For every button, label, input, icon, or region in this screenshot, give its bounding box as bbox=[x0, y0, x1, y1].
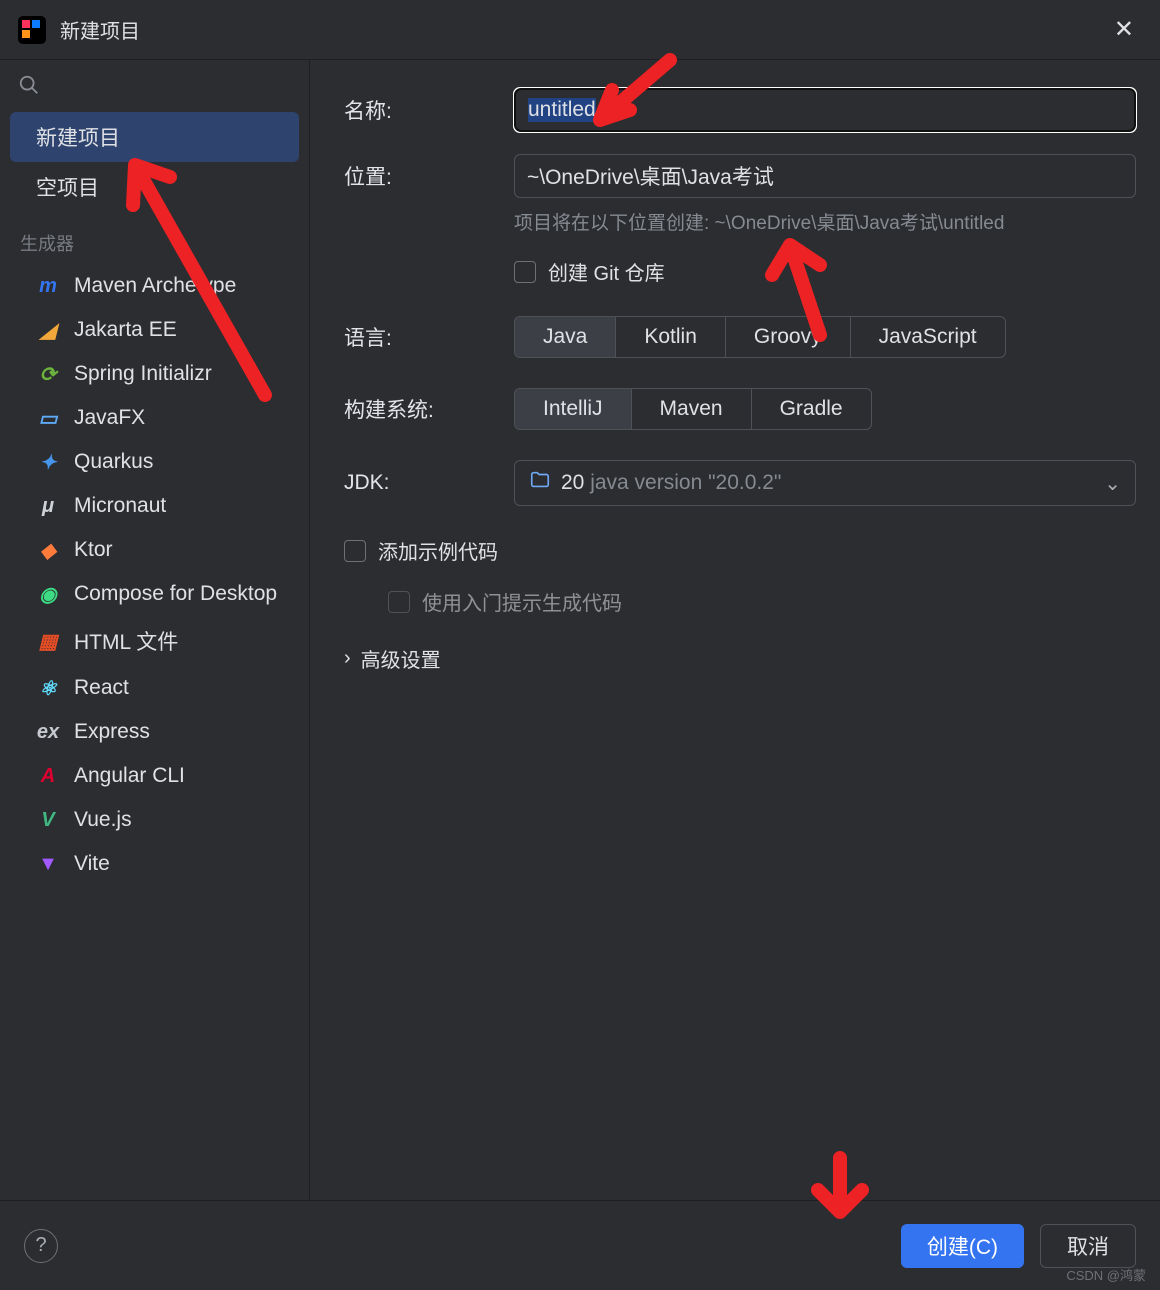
generator-item-6[interactable]: ◆ Ktor bbox=[0, 528, 309, 572]
window-title: 新建项目 bbox=[60, 15, 140, 44]
generator-label: Quarkus bbox=[74, 450, 153, 474]
generator-label: Micronaut bbox=[74, 494, 166, 518]
sidebar-item-0[interactable]: 新建项目 bbox=[10, 112, 299, 162]
generator-label: Ktor bbox=[74, 538, 113, 562]
generator-label: Vite bbox=[74, 852, 110, 876]
app-logo-icon bbox=[18, 16, 46, 44]
close-icon[interactable]: ✕ bbox=[1106, 11, 1142, 48]
name-input[interactable] bbox=[514, 88, 1136, 132]
location-input[interactable] bbox=[514, 154, 1136, 198]
generator-icon: μ bbox=[36, 494, 60, 518]
generator-item-11[interactable]: A Angular CLI bbox=[0, 754, 309, 798]
advanced-label: 高级设置 bbox=[361, 644, 441, 673]
folder-icon bbox=[529, 469, 551, 497]
generator-icon: ◢ bbox=[36, 318, 60, 342]
generator-icon: ⟳ bbox=[36, 362, 60, 386]
generator-icon: V bbox=[36, 808, 60, 832]
generator-icon: m bbox=[36, 274, 60, 298]
sidebar: 新建项目空项目 生成器 m Maven Archetype ◢ Jakarta EE ⟳… bbox=[0, 60, 310, 1200]
seg-option[interactable]: Maven bbox=[632, 389, 752, 429]
generator-item-8[interactable]: ▦ HTML 文件 bbox=[0, 616, 309, 666]
language-label: 语言: bbox=[344, 322, 514, 352]
build-label: 构建系统: bbox=[344, 394, 514, 424]
generator-item-1[interactable]: ◢ Jakarta EE bbox=[0, 308, 309, 352]
generator-item-2[interactable]: ⟳ Spring Initializr bbox=[0, 352, 309, 396]
seg-option[interactable]: Gradle bbox=[752, 389, 871, 429]
cancel-button[interactable]: 取消 bbox=[1040, 1224, 1136, 1268]
form-content: 名称: 位置: 项目将在以下位置创建: ~\OneDrive\桌面\Java考试… bbox=[310, 60, 1160, 1200]
language-segmented: JavaKotlinGroovyJavaScript bbox=[514, 316, 1006, 358]
generator-icon: ◆ bbox=[36, 538, 60, 562]
generator-icon: ▼ bbox=[36, 852, 60, 876]
git-checkbox-label: 创建 Git 仓库 bbox=[548, 257, 665, 286]
generator-icon: ▭ bbox=[36, 406, 60, 430]
footer: ? 创建(C) 取消 bbox=[0, 1200, 1160, 1290]
create-button[interactable]: 创建(C) bbox=[901, 1224, 1024, 1268]
generator-item-3[interactable]: ▭ JavaFX bbox=[0, 396, 309, 440]
git-checkbox[interactable] bbox=[514, 261, 536, 283]
build-segmented: IntelliJMavenGradle bbox=[514, 388, 872, 430]
sample-code-label: 添加示例代码 bbox=[378, 536, 498, 565]
generator-item-13[interactable]: ▼ Vite bbox=[0, 842, 309, 886]
generator-label: Spring Initializr bbox=[74, 362, 212, 386]
seg-option[interactable]: IntelliJ bbox=[515, 389, 632, 429]
watermark: CSDN @鸿蒙 bbox=[1066, 1265, 1146, 1284]
help-icon[interactable]: ? bbox=[24, 1229, 58, 1263]
jdk-value: 20 java version "20.0.2" bbox=[561, 471, 781, 495]
jdk-label: JDK: bbox=[344, 471, 514, 495]
generator-item-7[interactable]: ◉ Compose for Desktop bbox=[0, 572, 309, 616]
generator-label: Angular CLI bbox=[74, 764, 185, 788]
jdk-dropdown[interactable]: 20 java version "20.0.2" ⌄ bbox=[514, 460, 1136, 506]
search-icon[interactable] bbox=[18, 79, 40, 101]
generator-label: JavaFX bbox=[74, 406, 145, 430]
sidebar-item-1[interactable]: 空项目 bbox=[0, 162, 309, 212]
seg-option[interactable]: JavaScript bbox=[851, 317, 1005, 357]
location-label: 位置: bbox=[344, 161, 514, 191]
generator-icon: ▦ bbox=[36, 629, 60, 653]
generator-label: Maven Archetype bbox=[74, 274, 236, 298]
generator-item-12[interactable]: V Vue.js bbox=[0, 798, 309, 842]
generator-label: Compose for Desktop bbox=[74, 582, 277, 606]
generator-icon: ⚛ bbox=[36, 676, 60, 700]
generator-label: HTML 文件 bbox=[74, 626, 178, 656]
onboarding-checkbox bbox=[388, 591, 410, 613]
seg-option[interactable]: Groovy bbox=[726, 317, 851, 357]
generator-icon: ◉ bbox=[36, 582, 60, 606]
generator-item-10[interactable]: ex Express bbox=[0, 710, 309, 754]
generator-icon: A bbox=[36, 764, 60, 788]
chevron-down-icon: ⌄ bbox=[1104, 471, 1121, 496]
seg-option[interactable]: Java bbox=[515, 317, 616, 357]
location-hint: 项目将在以下位置创建: ~\OneDrive\桌面\Java考试\untitle… bbox=[514, 208, 1136, 235]
generator-icon: ✦ bbox=[36, 450, 60, 474]
generator-item-9[interactable]: ⚛ React bbox=[0, 666, 309, 710]
onboarding-label: 使用入门提示生成代码 bbox=[422, 587, 622, 616]
generator-item-4[interactable]: ✦ Quarkus bbox=[0, 440, 309, 484]
seg-option[interactable]: Kotlin bbox=[616, 317, 726, 357]
generator-label: Express bbox=[74, 720, 150, 744]
generator-label: Jakarta EE bbox=[74, 318, 177, 342]
generators-section-label: 生成器 bbox=[0, 212, 309, 264]
generator-item-0[interactable]: m Maven Archetype bbox=[0, 264, 309, 308]
generator-icon: ex bbox=[36, 720, 60, 744]
name-label: 名称: bbox=[344, 95, 514, 125]
sample-code-checkbox[interactable] bbox=[344, 540, 366, 562]
generator-label: React bbox=[74, 676, 129, 700]
generator-item-5[interactable]: μ Micronaut bbox=[0, 484, 309, 528]
generator-label: Vue.js bbox=[74, 808, 132, 832]
advanced-settings-toggle[interactable]: › 高级设置 bbox=[344, 644, 1136, 673]
titlebar: 新建项目 ✕ bbox=[0, 0, 1160, 60]
chevron-right-icon: › bbox=[344, 647, 351, 670]
